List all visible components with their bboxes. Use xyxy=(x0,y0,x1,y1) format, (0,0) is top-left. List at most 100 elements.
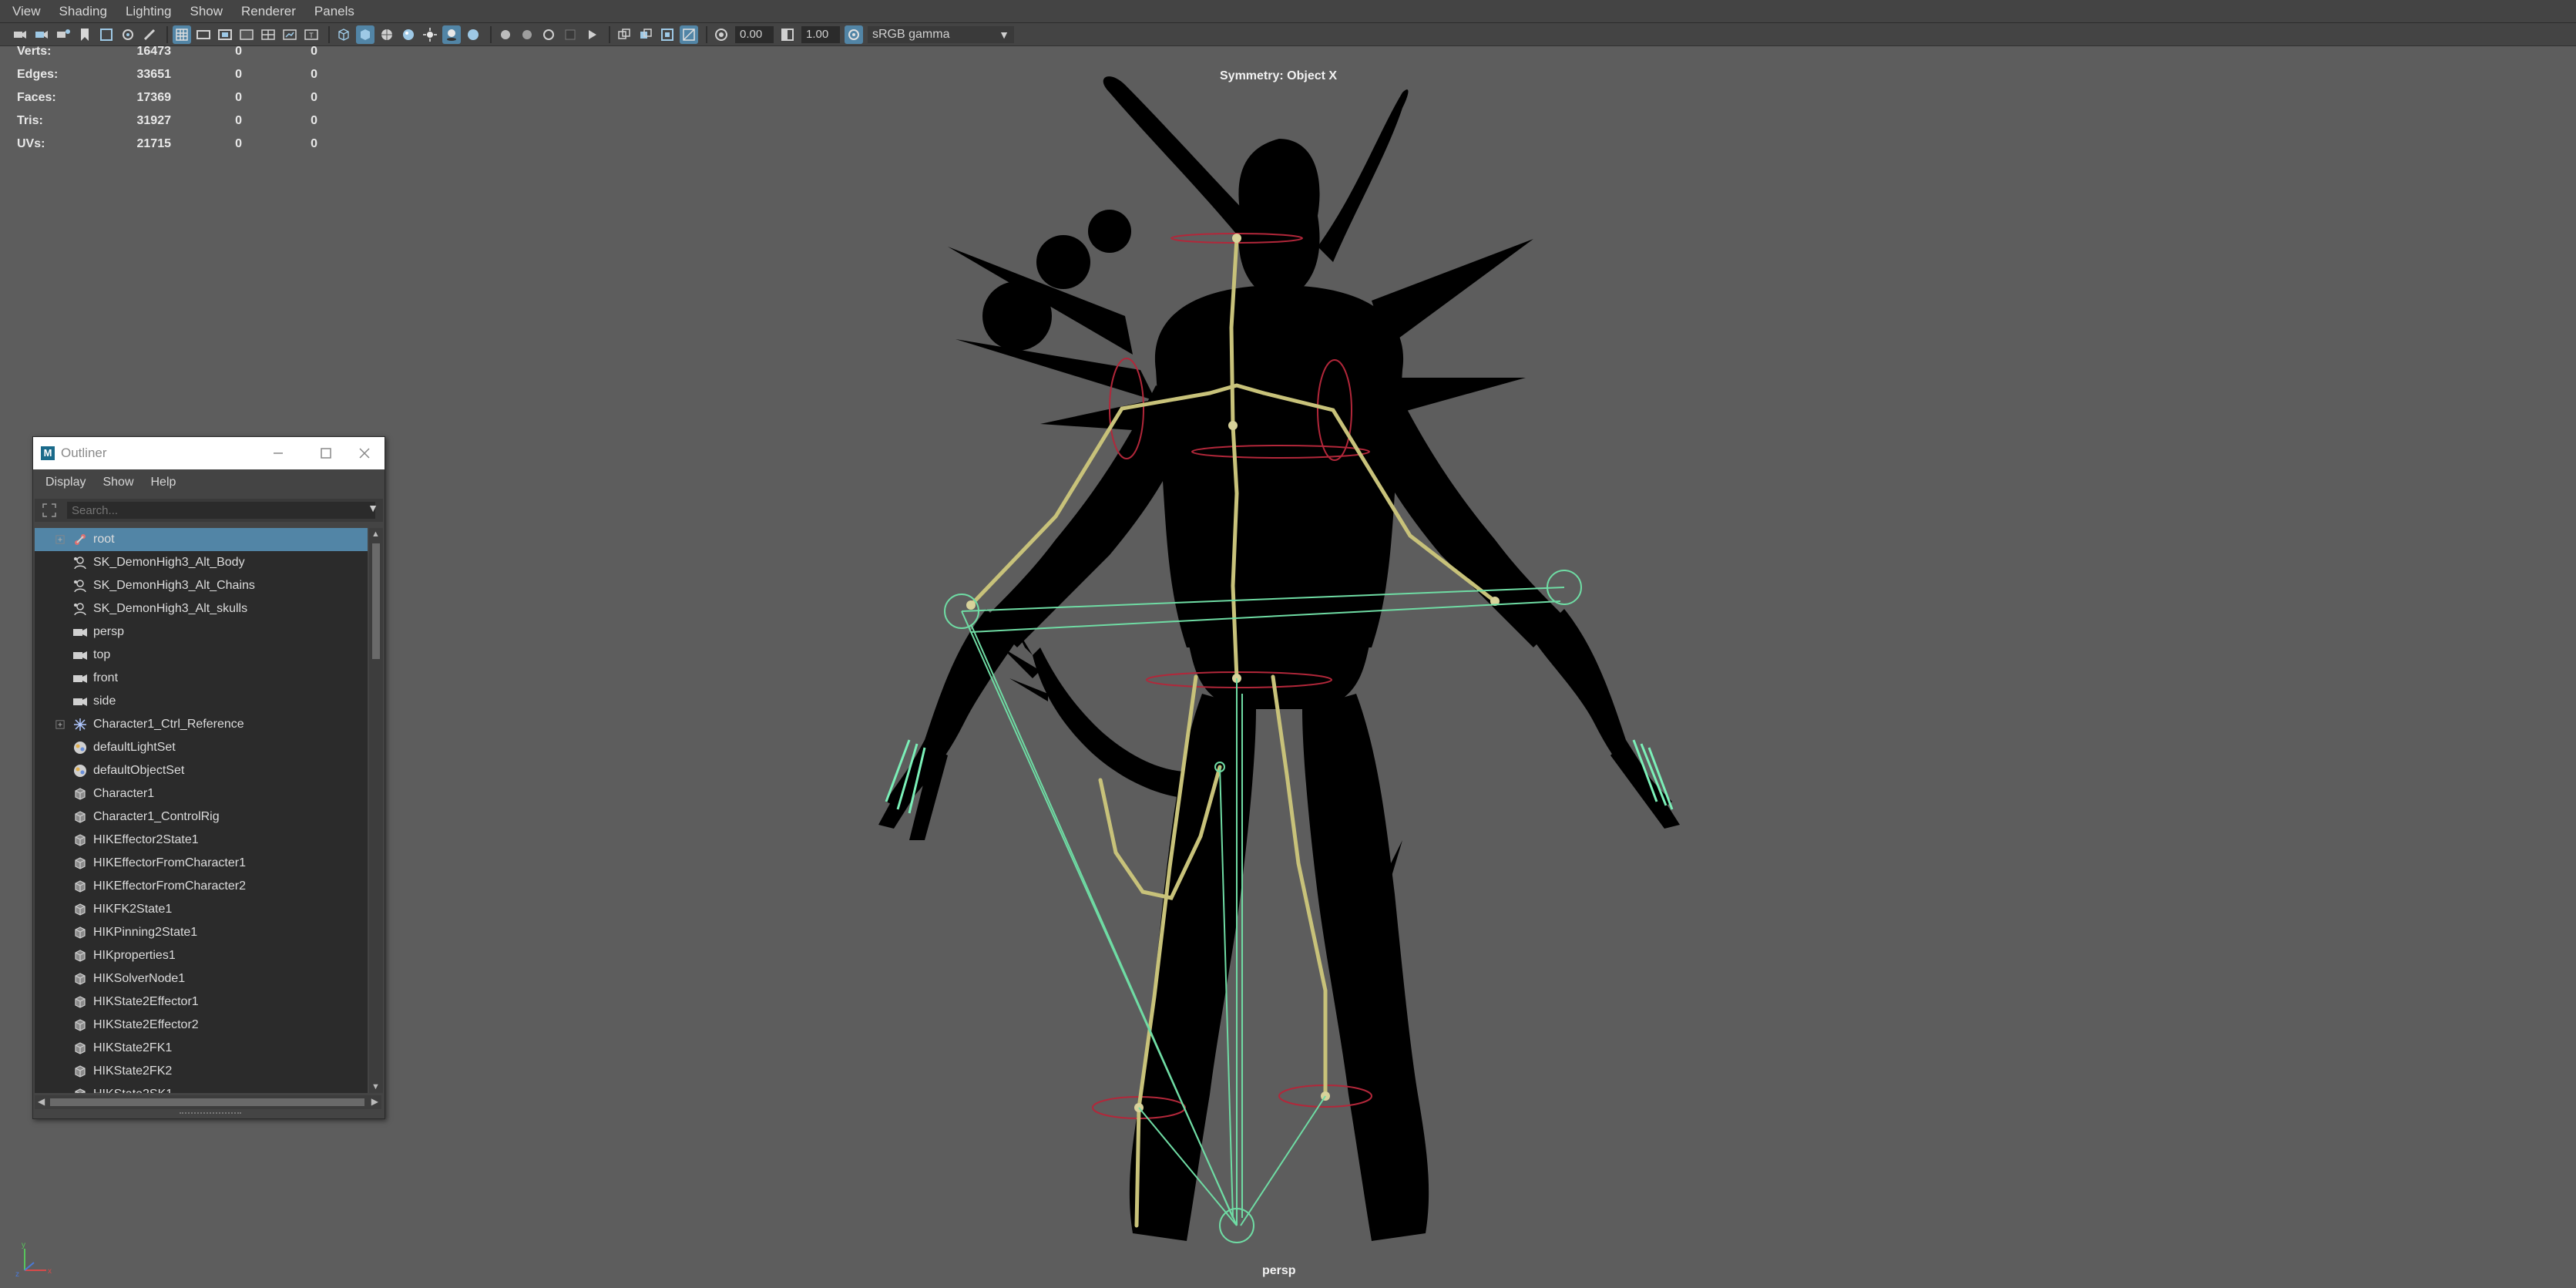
outliner-item[interactable]: HIKEffectorFromCharacter2 xyxy=(35,875,368,898)
gamma-field[interactable]: 1.00 xyxy=(801,25,840,43)
skinned-mesh-icon xyxy=(72,577,89,594)
menu-view[interactable]: View xyxy=(0,0,50,22)
outliner-menu-show[interactable]: Show xyxy=(102,476,133,489)
outliner-menu-help[interactable]: Help xyxy=(151,476,176,489)
outliner-item-label: HIKEffectorFromCharacter2 xyxy=(93,879,246,893)
outliner-item[interactable]: HIKEffectorFromCharacter1 xyxy=(35,852,368,875)
maximize-icon[interactable] xyxy=(317,444,335,462)
outliner-item[interactable]: HIKSolverNode1 xyxy=(35,967,368,990)
frame-selection-icon[interactable] xyxy=(41,502,58,519)
screen-space-ao-icon[interactable] xyxy=(658,25,677,44)
outliner-item[interactable]: HIKState2FK1 xyxy=(35,1037,368,1060)
search-options-chevron-icon[interactable]: ▼ xyxy=(368,502,378,514)
outliner-item[interactable]: Character1 xyxy=(35,782,368,805)
multisample-icon[interactable] xyxy=(615,25,633,44)
bookmark-icon[interactable] xyxy=(76,25,94,44)
outliner-titlebar[interactable]: M Outliner xyxy=(33,437,385,469)
anti-aliasing-icon[interactable] xyxy=(680,25,698,44)
color-management-icon[interactable] xyxy=(845,25,863,44)
gate-mask-icon[interactable] xyxy=(237,25,256,44)
expand-spacer xyxy=(55,997,65,1007)
outliner-item[interactable]: side xyxy=(35,690,368,713)
view-transform-dropdown[interactable]: sRGB gamma ▼ xyxy=(868,25,1014,43)
resolution-gate-icon[interactable] xyxy=(216,25,234,44)
outliner-search-input[interactable] xyxy=(67,502,375,519)
outliner-item-label: HIKSolverNode1 xyxy=(93,972,186,985)
select-camera-icon[interactable] xyxy=(11,25,29,44)
character-silhouette[interactable] xyxy=(878,76,1680,1241)
field-chart-icon[interactable] xyxy=(259,25,277,44)
motion-blur-icon[interactable] xyxy=(636,25,655,44)
minimize-icon[interactable] xyxy=(269,444,287,462)
menu-show[interactable]: Show xyxy=(181,0,233,22)
outliner-item[interactable]: persp xyxy=(35,620,368,644)
outliner-menu-display[interactable]: Display xyxy=(45,476,86,489)
film-gate-icon[interactable] xyxy=(194,25,213,44)
smooth-shade-icon[interactable] xyxy=(356,25,374,44)
grid-icon[interactable] xyxy=(173,25,191,44)
outliner-item[interactable]: SK_DemonHigh3_Alt_Chains xyxy=(35,574,368,597)
scrollbar-thumb[interactable] xyxy=(372,543,380,659)
outliner-item[interactable]: defaultObjectSet xyxy=(35,759,368,782)
outliner-item[interactable]: HIKproperties1 xyxy=(35,944,368,967)
scrollbar-thumb[interactable] xyxy=(50,1098,364,1106)
grease-pencil-icon[interactable] xyxy=(140,25,159,44)
backface-culling-icon[interactable] xyxy=(561,25,579,44)
menu-panels[interactable]: Panels xyxy=(305,0,364,22)
outliner-item[interactable]: HIKState2FK2 xyxy=(35,1060,368,1083)
outliner-window[interactable]: M Outliner Display Show Help ▼ root SK_Demo… xyxy=(32,436,385,1119)
wireframe-on-shaded-icon[interactable] xyxy=(378,25,396,44)
outliner-item[interactable]: root xyxy=(35,528,368,551)
expand-spacer xyxy=(55,1089,65,1093)
outliner-item[interactable]: top xyxy=(35,644,368,667)
gamma-icon[interactable] xyxy=(778,25,797,44)
expand-plus-icon[interactable] xyxy=(55,534,65,545)
outliner-item[interactable]: SK_DemonHigh3_Alt_Body xyxy=(35,551,368,574)
lights-icon[interactable] xyxy=(421,25,439,44)
viewport-scene[interactable] xyxy=(694,62,1772,1280)
menu-renderer[interactable]: Renderer xyxy=(232,0,305,22)
image-plane-icon[interactable] xyxy=(97,25,116,44)
outliner-item[interactable]: HIKPinning2State1 xyxy=(35,921,368,944)
outliner-item-label: HIKState2FK1 xyxy=(93,1041,173,1054)
close-icon[interactable] xyxy=(355,444,374,462)
wireframe-icon[interactable] xyxy=(334,25,353,44)
exposure-icon[interactable] xyxy=(712,25,730,44)
outliner-item[interactable]: Character1_Ctrl_Reference xyxy=(35,713,368,736)
exposure-field[interactable]: 0.00 xyxy=(735,25,774,43)
isolate-select-icon[interactable] xyxy=(496,25,515,44)
ambient-occlusion-icon[interactable] xyxy=(464,25,482,44)
scroll-up-arrow-icon[interactable]: ▲ xyxy=(371,530,380,539)
safe-action-icon[interactable] xyxy=(280,25,299,44)
resize-grip[interactable] xyxy=(180,1112,241,1117)
bookmarks-icon[interactable] xyxy=(54,25,72,44)
outliner-item[interactable]: HIKEffector2State1 xyxy=(35,829,368,852)
xray-joints-icon[interactable] xyxy=(539,25,558,44)
outliner-item[interactable]: Character1_ControlRig xyxy=(35,805,368,829)
outliner-horizontal-scrollbar[interactable]: ◀ ▶ xyxy=(35,1095,381,1109)
camera-attributes-icon[interactable] xyxy=(32,25,51,44)
outliner-item[interactable]: SK_DemonHigh3_Alt_skulls xyxy=(35,597,368,620)
outliner-vertical-scrollbar[interactable]: ▲ ▼ xyxy=(369,528,383,1093)
shadows-icon[interactable] xyxy=(442,25,461,44)
xray-icon[interactable] xyxy=(518,25,536,44)
outliner-item[interactable]: HIKState2SK1 xyxy=(35,1083,368,1093)
node-icon xyxy=(72,970,89,987)
menu-shading[interactable]: Shading xyxy=(50,0,116,22)
outliner-item[interactable]: HIKFK2State1 xyxy=(35,898,368,921)
outliner-item[interactable]: HIKState2Effector1 xyxy=(35,990,368,1014)
menu-lighting[interactable]: Lighting xyxy=(116,0,181,22)
scroll-left-arrow-icon[interactable]: ◀ xyxy=(38,1096,45,1107)
safe-title-icon[interactable]: T xyxy=(302,25,321,44)
expand-plus-icon[interactable] xyxy=(55,719,65,730)
outliner-item[interactable]: HIKState2Effector2 xyxy=(35,1014,368,1037)
outliner-item-label: HIKPinning2State1 xyxy=(93,926,198,939)
outliner-item[interactable]: defaultLightSet xyxy=(35,736,368,759)
textured-icon[interactable] xyxy=(399,25,418,44)
outliner-item[interactable]: front xyxy=(35,667,368,690)
scroll-down-arrow-icon[interactable]: ▼ xyxy=(371,1082,380,1091)
hud-toggle-icon[interactable] xyxy=(583,25,601,44)
scroll-right-arrow-icon[interactable]: ▶ xyxy=(371,1096,378,1107)
two-d-pan-zoom-icon[interactable] xyxy=(119,25,137,44)
outliner-item-label: persp xyxy=(93,625,125,638)
